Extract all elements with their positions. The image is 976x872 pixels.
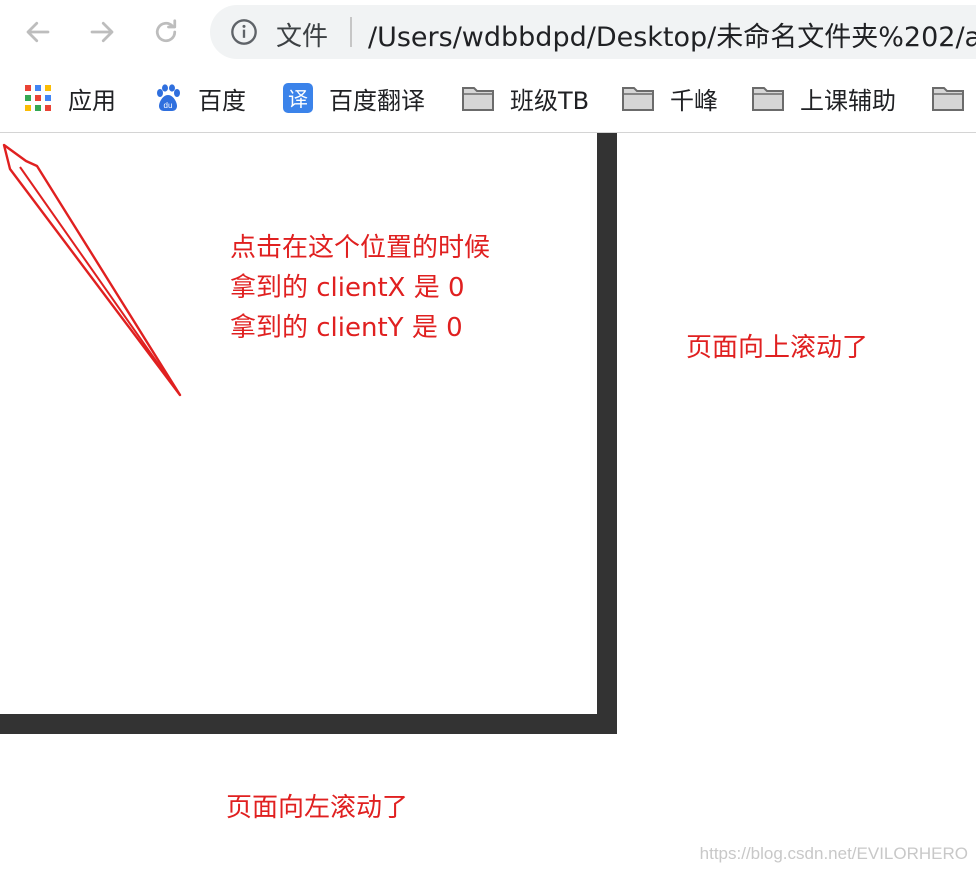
omnibox-divider (350, 17, 352, 47)
bookmark-folder-more[interactable] (932, 80, 964, 116)
click-position-note: 点击在这个位置的时候 拿到的 clientX 是 0 拿到的 clientY 是… (230, 228, 490, 348)
watermark: https://blog.csdn.net/EVILORHERO (699, 844, 968, 863)
bookmark-baidu-translate[interactable]: 译 百度翻译 (283, 80, 425, 116)
bookmark-folder-class[interactable]: 班级TB (462, 80, 589, 116)
bookmark-apps[interactable]: 应用 (24, 80, 116, 116)
forward-button[interactable] (84, 14, 120, 50)
forward-arrow-icon (90, 21, 114, 43)
bookmark-label: 上课辅助 (800, 86, 896, 115)
scroll-up-note: 页面向上滚动了 (686, 333, 869, 363)
note-line: 拿到的 clientX 是 0 (230, 273, 465, 303)
bookmark-label: 百度翻译 (329, 86, 425, 115)
note-line: 拿到的 clientY 是 0 (230, 313, 463, 343)
bookmark-folder-class-assist[interactable]: 上课辅助 (752, 80, 896, 116)
folder-icon (462, 87, 494, 111)
svg-text:du: du (164, 101, 173, 110)
info-icon[interactable] (230, 18, 258, 46)
reload-icon (155, 19, 177, 43)
note-line: 点击在这个位置的时候 (230, 233, 491, 263)
bookmark-label: 应用 (68, 86, 116, 115)
url-text[interactable]: /Users/wdbbdpd/Desktop/未命名文件夹%202/a (368, 15, 976, 54)
folder-icon (932, 87, 964, 111)
scroll-left-note: 页面向左滚动了 (226, 793, 409, 823)
back-button[interactable] (20, 14, 56, 50)
folder-icon (622, 87, 654, 111)
scheme-label: 文件 (276, 22, 329, 52)
address-bar[interactable]: 文件 /Users/wdbbdpd/Desktop/未命名文件夹%202/a (210, 5, 976, 59)
bookmark-label: 班级TB (510, 86, 590, 115)
folder-icon (752, 87, 784, 111)
bookmark-label: 千峰 (670, 86, 718, 115)
translate-icon: 译 (283, 83, 313, 113)
bookmark-baidu[interactable]: du 百度 (154, 80, 246, 116)
svg-text:译: 译 (288, 87, 308, 111)
bookmarks-bar: 应用 du 百度 译 百度翻译 班级TB 千峰 上课辅助 (0, 66, 976, 133)
reload-button[interactable] (148, 14, 184, 50)
browser-toolbar: 文件 /Users/wdbbdpd/Desktop/未命名文件夹%202/a (0, 0, 976, 66)
baidu-paw-icon: du (157, 84, 180, 111)
bookmark-folder-qianfeng[interactable]: 千峰 (622, 80, 718, 116)
red-arrow-annotation (2, 143, 182, 397)
apps-grid-icon (25, 85, 51, 111)
back-arrow-icon (26, 21, 50, 43)
bookmark-label: 百度 (198, 86, 246, 115)
